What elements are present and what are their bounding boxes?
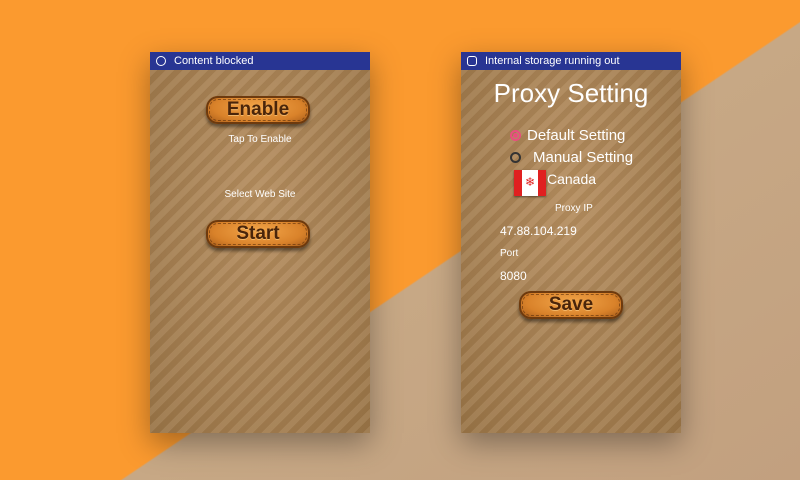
radio-manual-label: Manual Setting (533, 149, 634, 166)
right-phone-screen: Internal storage running out Proxy Setti… (461, 52, 681, 433)
maple-leaf-icon: ❄ (524, 175, 536, 189)
status-text: Internal storage running out (485, 55, 620, 67)
status-bar: Content blocked (150, 52, 370, 70)
port-field[interactable]: 8080 (500, 269, 527, 283)
radio-default-label: Default Setting (527, 127, 626, 144)
proxy-ip-field[interactable]: 47.88.104.219 (500, 224, 577, 238)
country-label[interactable]: Canada (547, 171, 596, 187)
start-button[interactable]: Start (206, 220, 310, 248)
storage-warning-icon (467, 56, 477, 66)
tap-to-enable-text: Tap To Enable (228, 134, 292, 145)
left-phone-screen: Content blocked Enable Tap To Enable Sel… (150, 52, 370, 433)
select-web-site-link[interactable]: Select Web Site (150, 189, 370, 200)
canada-flag-icon[interactable]: ❄ (514, 170, 546, 196)
proxy-ip-label: Proxy IP (555, 203, 593, 214)
enable-button[interactable]: Enable (206, 96, 310, 124)
radio-default-setting[interactable]: Default Setting (510, 127, 625, 144)
enable-button-label: Enable (226, 99, 290, 120)
status-bar: Internal storage running out (461, 52, 681, 70)
port-label: Port (500, 248, 519, 259)
radio-checked-icon (510, 130, 521, 141)
blocked-icon (156, 56, 166, 66)
radio-manual-setting[interactable]: Manual Setting (510, 149, 633, 166)
save-button[interactable]: Save (519, 291, 623, 319)
page-title: Proxy Setting (493, 78, 649, 108)
status-text: Content blocked (174, 55, 254, 67)
save-button-label: Save (548, 294, 594, 315)
start-button-label: Start (236, 223, 280, 244)
radio-unchecked-icon (510, 152, 521, 163)
